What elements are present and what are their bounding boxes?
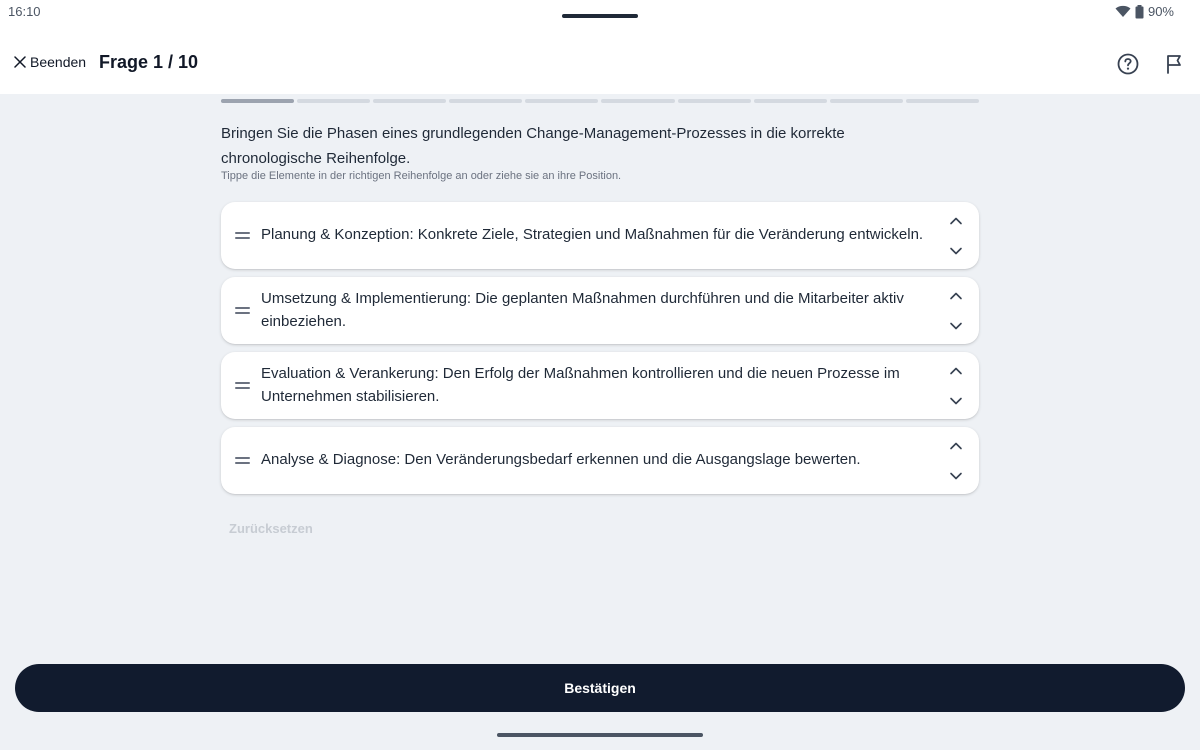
question-text: Bringen Sie die Phasen eines grundlegend… — [221, 125, 845, 167]
reset-button[interactable]: Zurücksetzen — [229, 521, 313, 536]
list-item[interactable]: Analyse & Diagnose: Den Veränderungsbeda… — [221, 427, 979, 494]
status-icons: 90% — [1115, 4, 1174, 19]
progress-segment — [525, 99, 599, 103]
confirm-button[interactable]: Bestätigen — [15, 664, 1185, 712]
list-item-text: Umsetzung & Implementierung: Die geplant… — [261, 290, 904, 330]
battery-icon — [1135, 4, 1144, 18]
confirm-label: Bestätigen — [564, 680, 636, 696]
chevron-down-icon[interactable] — [949, 244, 963, 258]
list-item-text: Analyse & Diagnose: Den Veränderungsbeda… — [261, 451, 861, 469]
list-item[interactable]: Planung & Konzeption: Konkrete Ziele, St… — [221, 202, 979, 269]
chevron-up-icon[interactable] — [949, 364, 963, 378]
chevron-down-icon[interactable] — [949, 394, 963, 408]
list-item[interactable]: Umsetzung & Implementierung: Die geplant… — [221, 277, 979, 344]
sortable-list: Planung & Konzeption: Konkrete Ziele, St… — [221, 202, 979, 502]
drag-handle-icon[interactable] — [235, 307, 250, 314]
quiz-header: Beenden Frage 1 / 10 — [0, 34, 1200, 94]
progress-segment — [449, 99, 523, 103]
list-item-text: Planung & Konzeption: Konkrete Ziele, St… — [261, 226, 924, 244]
notch-pill — [562, 14, 638, 18]
chevron-down-icon[interactable] — [949, 319, 963, 333]
progress-segment — [297, 99, 371, 103]
help-button[interactable] — [1117, 53, 1139, 75]
progress-segment — [221, 99, 295, 103]
home-indicator — [497, 733, 703, 737]
chevron-up-icon[interactable] — [949, 214, 963, 228]
chevron-down-icon[interactable] — [949, 469, 963, 483]
drag-handle-icon[interactable] — [235, 232, 250, 239]
status-time: 16:10 — [8, 4, 41, 19]
close-label: Beenden — [30, 54, 87, 70]
page-title: Frage 1 / 10 — [99, 52, 199, 72]
help-icon — [1117, 53, 1139, 75]
wifi-icon — [1115, 5, 1131, 17]
progress-segment — [905, 99, 979, 103]
battery-level: 90% — [1147, 4, 1174, 19]
list-item[interactable]: Evaluation & Verankerung: Den Erfolg der… — [221, 352, 979, 419]
progress-segment — [373, 99, 447, 103]
question-hint: Tippe die Elemente in der richtigen Reih… — [221, 170, 622, 182]
progress-segment — [753, 99, 827, 103]
progress-bar — [221, 99, 979, 103]
drag-handle-icon[interactable] — [235, 382, 250, 389]
chevron-up-icon[interactable] — [949, 289, 963, 303]
progress-segment — [677, 99, 751, 103]
drag-handle-icon[interactable] — [235, 457, 250, 464]
progress-segment — [601, 99, 675, 103]
flag-icon — [1167, 55, 1181, 74]
close-button[interactable]: Beenden — [14, 54, 86, 70]
status-bar: 16:10 90% — [0, 0, 1200, 34]
report-button[interactable] — [1164, 53, 1184, 75]
progress-segment — [829, 99, 903, 103]
chevron-up-icon[interactable] — [949, 439, 963, 453]
close-icon — [14, 56, 26, 68]
list-item-text: Evaluation & Verankerung: Den Erfolg der… — [261, 365, 900, 405]
